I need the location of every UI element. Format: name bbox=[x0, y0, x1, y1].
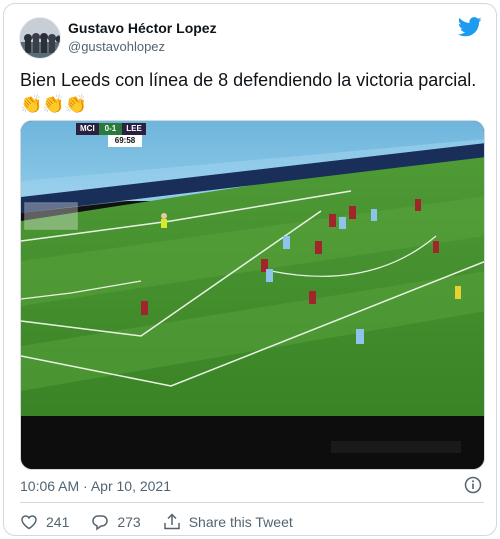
share-button[interactable]: Share this Tweet bbox=[163, 513, 293, 531]
tweet-actions: 241 273 Share this Tweet bbox=[20, 513, 315, 531]
tweet-timestamp[interactable]: 10:06 AM · Apr 10, 2021 bbox=[20, 478, 171, 494]
match-clock: 69:58 bbox=[108, 135, 142, 147]
info-icon[interactable] bbox=[464, 476, 482, 494]
reply-icon bbox=[92, 515, 109, 531]
twitter-bird-icon[interactable] bbox=[458, 17, 482, 37]
score: 0-1 bbox=[98, 123, 123, 135]
heart-icon bbox=[21, 515, 37, 530]
share-icon bbox=[163, 513, 180, 530]
tweet-text: Bien Leeds con línea de 8 defendiendo la… bbox=[20, 70, 477, 114]
user-handle[interactable]: @gustavohlopez bbox=[68, 39, 165, 54]
display-name[interactable]: Gustavo Héctor Lopez bbox=[68, 20, 217, 36]
share-label: Share this Tweet bbox=[188, 514, 293, 530]
avatar[interactable] bbox=[19, 17, 61, 59]
like-count: 241 bbox=[46, 514, 70, 530]
away-team: LEE bbox=[122, 123, 146, 135]
tweet-card: Gustavo Héctor Lopez @gustavohlopez Bien… bbox=[3, 3, 497, 536]
like-button[interactable]: 241 bbox=[20, 513, 69, 531]
home-team: MCI bbox=[76, 123, 99, 135]
match-frame bbox=[21, 121, 484, 469]
tweet-video[interactable]: MCI 0-1 LEE 69:58 bbox=[20, 120, 485, 470]
reply-count: 273 bbox=[117, 514, 141, 530]
scoreboard: MCI 0-1 LEE 69:58 bbox=[76, 123, 146, 149]
reply-button[interactable]: 273 bbox=[91, 513, 141, 531]
avatar-image bbox=[20, 18, 60, 58]
divider bbox=[20, 502, 484, 503]
